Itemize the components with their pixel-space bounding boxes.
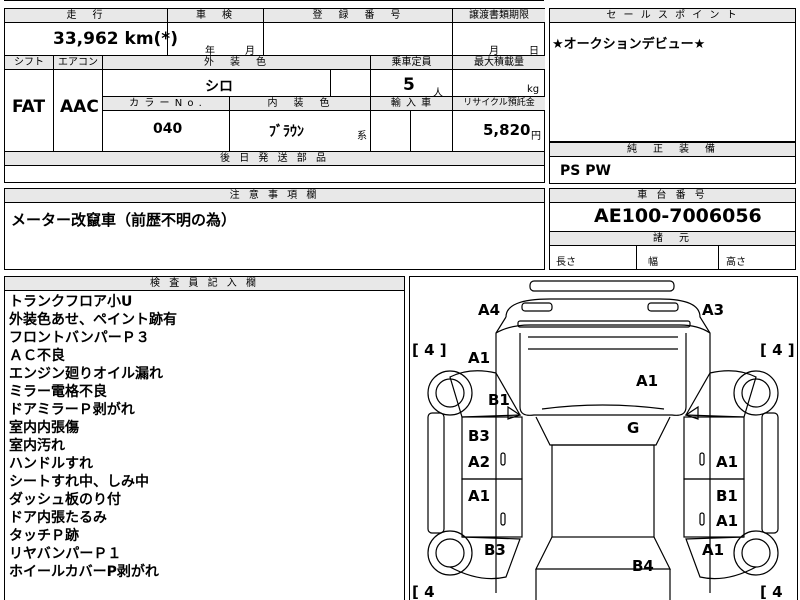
mark-a2-left-door: A2 bbox=[468, 453, 491, 471]
equipment-box: 純 正 装 備 PS PW bbox=[549, 142, 796, 184]
aircon-value: AAC bbox=[60, 97, 99, 117]
wheel-rear-left-outline bbox=[427, 530, 473, 576]
roof-outline bbox=[551, 444, 655, 538]
recycle-unit: 円 bbox=[531, 131, 541, 142]
chassis-number: AE100-7006056 bbox=[594, 205, 762, 227]
dims-height: 高さ bbox=[726, 257, 746, 268]
interior-color-suffix: 系 bbox=[357, 131, 367, 142]
left-sill-outline bbox=[427, 412, 445, 534]
front-edge-outline bbox=[495, 324, 711, 334]
inspector-line: ドアミラーＰ剥がれ bbox=[9, 402, 135, 418]
sales-point-box: セ ー ル ス ポ イ ン ト ★オークションデビュー★ bbox=[549, 8, 796, 142]
mark-a4: A4 bbox=[478, 301, 501, 319]
inspector-box: 検 査 員 記 入 欄 トランクフロア小U 外装色あせ、ペイント跡有 フロントバンパ… bbox=[4, 276, 405, 600]
tire-rear-left: [ 4 bbox=[412, 583, 435, 600]
inspector-line: エンジン廻りオイル漏れ bbox=[9, 366, 163, 382]
mileage-value: 33,962 km(*) bbox=[53, 29, 178, 49]
right-sill-outline bbox=[761, 412, 779, 534]
inspection-header: 車 検 bbox=[168, 9, 263, 22]
capacity-value: 5 bbox=[403, 75, 415, 95]
interior-color-value: ﾌﾞﾗｳﾝ bbox=[269, 124, 304, 140]
recycle-header: リサイクル預託金 bbox=[453, 97, 545, 110]
inspector-line: ミラー電格不良 bbox=[9, 384, 107, 400]
inspector-line: 室内汚れ bbox=[9, 438, 65, 454]
color-no-value: 040 bbox=[153, 121, 183, 137]
grille-outline bbox=[517, 320, 691, 328]
inspector-line: タッチＰ跡 bbox=[9, 528, 79, 544]
interior-color-header: 内 装 色 bbox=[230, 97, 370, 110]
inspector-header: 検 査 員 記 入 欄 bbox=[5, 277, 404, 290]
inspector-line: シートすれ中、しみ中 bbox=[9, 474, 149, 490]
chassis-box: 車 台 番 号 AE100-7006056 諸 元 長さ 幅 高さ bbox=[549, 188, 796, 270]
right-headlamp-outline bbox=[647, 302, 679, 312]
wheel-rear-right-outline bbox=[733, 530, 779, 576]
chassis-header: 車 台 番 号 bbox=[550, 189, 795, 202]
mark-a1-left-rear-door: A1 bbox=[468, 487, 491, 505]
mileage-header: 走 行 bbox=[5, 9, 167, 22]
inspector-line: ホイールカバーP剥がれ bbox=[9, 564, 159, 580]
inspector-lines: トランクフロア小U 外装色あせ、ペイント跡有 フロントバンパーＰ３ ＡＣ不良エンジン廻… bbox=[9, 293, 177, 581]
mark-b3-left-quarter: B3 bbox=[484, 541, 506, 559]
capacity-header: 乗車定員 bbox=[371, 56, 452, 69]
later-parts-header: 後 日 発 送 部 品 bbox=[5, 152, 544, 165]
exterior-color-value: シロ bbox=[205, 79, 233, 95]
equipment-header: 純 正 装 備 bbox=[550, 143, 795, 156]
notes-text: メーター改竄車（前歴不明の為） bbox=[11, 211, 237, 229]
sales-point-header: セ ー ル ス ポ イ ン ト bbox=[550, 9, 795, 22]
left-headlamp-outline bbox=[521, 302, 553, 312]
inspector-line: フロントバンパーＰ３ bbox=[9, 330, 150, 346]
inspector-line: ダッシュ板のり付 bbox=[9, 492, 121, 508]
mark-a1-hood: A1 bbox=[636, 372, 659, 390]
import-header: 輸 入 車 bbox=[371, 97, 452, 110]
mark-a1-right-door: A1 bbox=[716, 453, 739, 471]
front-bumper-outline bbox=[529, 280, 675, 292]
mark-a3: A3 bbox=[702, 301, 725, 319]
inspector-line: 室内内張傷 bbox=[9, 420, 79, 436]
mark-a1-right-rear: A1 bbox=[716, 512, 739, 530]
transfer-header: 譲渡書類期限 bbox=[453, 9, 545, 22]
mark-a1-right-quarter: A1 bbox=[702, 541, 725, 559]
tire-front-right: [ 4 ] bbox=[760, 341, 795, 359]
mark-b4-trunk: B4 bbox=[632, 557, 654, 575]
inspector-line: ドア内張たるみ bbox=[9, 510, 107, 526]
spec-box: 走 行 車 検 登 録 番 号 譲渡書類期限 33,962 km(*) 年 月 … bbox=[4, 8, 545, 183]
dims-width: 幅 bbox=[648, 257, 658, 268]
hood-outline bbox=[519, 333, 687, 416]
max-load-header: 最大積載量 bbox=[453, 56, 545, 69]
recycle-value: 5,820 bbox=[483, 121, 531, 139]
sales-point-text: ★オークションデビュー★ bbox=[552, 37, 706, 52]
body-outline bbox=[495, 298, 711, 593]
dims-length: 長さ bbox=[556, 257, 576, 268]
aircon-header: エアコン bbox=[54, 56, 102, 69]
equipment-text: PS PW bbox=[560, 163, 611, 179]
color-no-header: カ ラ ー N o . bbox=[103, 97, 229, 110]
car-diagram-box: A4 A3 A1 A1 B1 G B3 A2 A1 A1 B1 A1 B3 A1… bbox=[409, 276, 798, 600]
shift-value: FAT bbox=[12, 97, 46, 117]
tire-front-left: [ 4 ] bbox=[412, 341, 447, 359]
dims-header: 諸 元 bbox=[550, 232, 795, 245]
right-front-fender-outline bbox=[684, 370, 757, 418]
notes-header: 注 意 事 項 欄 bbox=[5, 189, 544, 202]
load-unit: kg bbox=[527, 84, 540, 95]
exterior-color-header: 外 装 色 bbox=[103, 56, 370, 69]
notes-box: 注 意 事 項 欄 メーター改竄車（前歴不明の為） bbox=[4, 188, 545, 270]
registration-header: 登 録 番 号 bbox=[264, 9, 452, 22]
mark-g-windshield: G bbox=[627, 419, 640, 437]
shift-header: シフト bbox=[5, 56, 53, 69]
mark-b1-left-fender: B1 bbox=[488, 391, 510, 409]
mark-b1-right-rear: B1 bbox=[716, 487, 738, 505]
windshield-outline bbox=[535, 416, 671, 446]
inspector-line: 外装色あせ、ペイント跡有 bbox=[9, 312, 177, 328]
inspector-line: トランクフロア小U bbox=[9, 294, 133, 310]
inspector-line: リヤバンパーＰ１ bbox=[9, 546, 122, 562]
inspector-line: ハンドルすれ bbox=[9, 456, 93, 472]
inspector-line: ＡＣ不良 bbox=[9, 348, 65, 364]
mark-a1-left-front: A1 bbox=[468, 349, 491, 367]
tire-rear-right: [ 4 bbox=[760, 583, 783, 600]
mark-b3-left-door: B3 bbox=[468, 427, 490, 445]
